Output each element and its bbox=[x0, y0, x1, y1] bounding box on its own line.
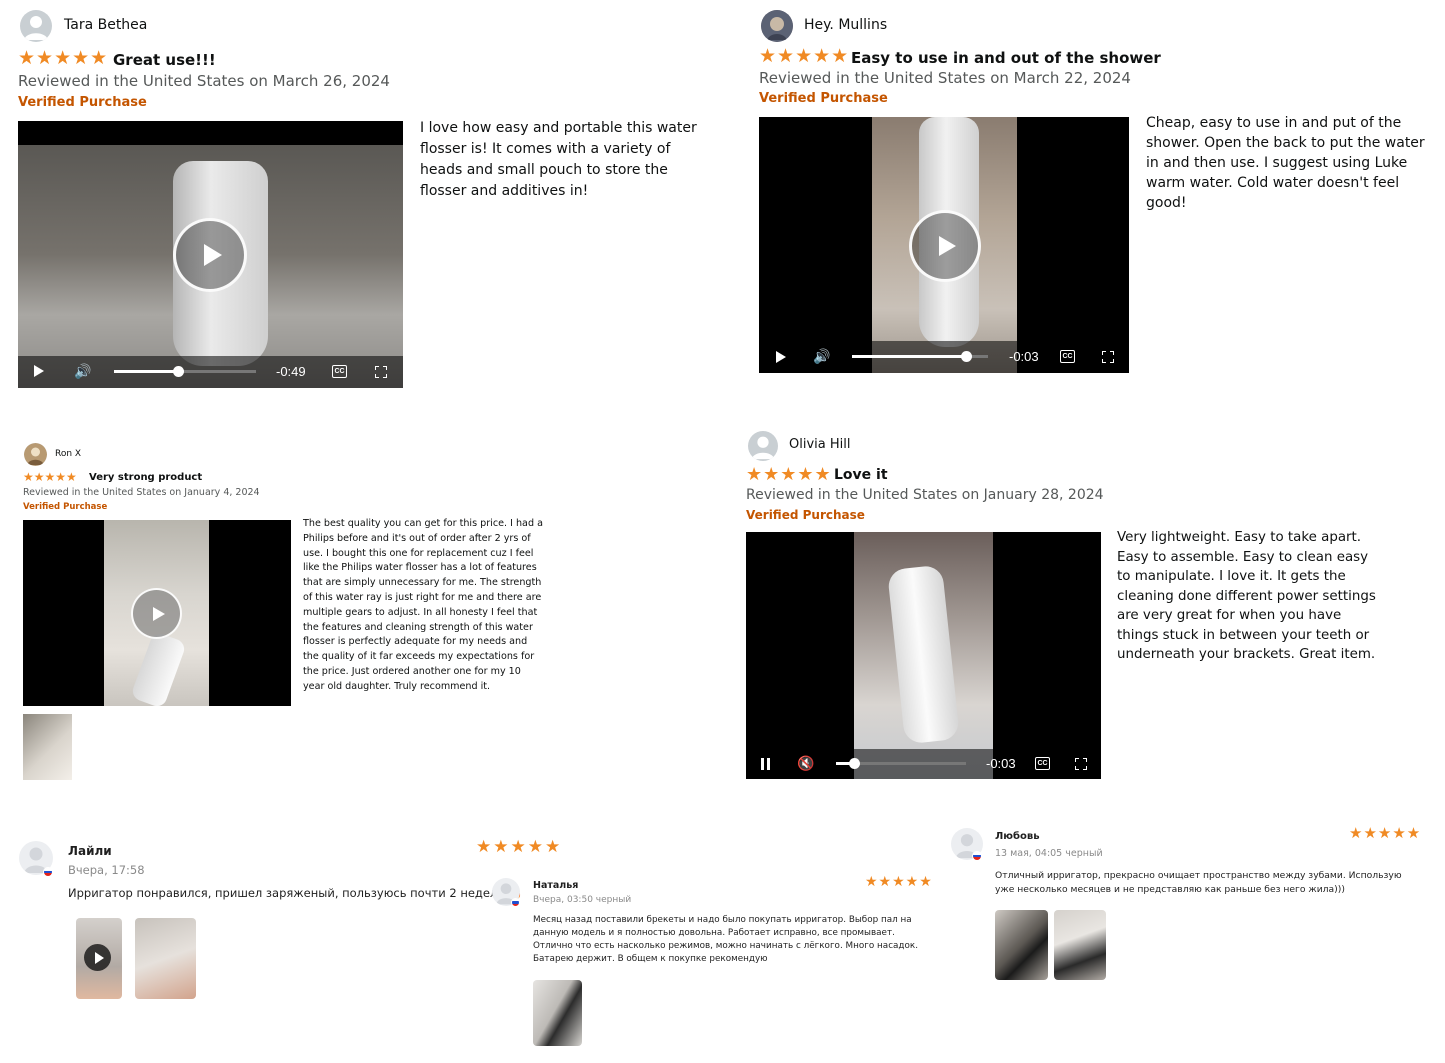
review-title[interactable]: Easy to use in and out of the shower bbox=[851, 49, 1161, 67]
star-rating: ★★★★★ bbox=[18, 47, 109, 69]
review-title[interactable]: Great use!!! bbox=[113, 51, 216, 69]
flag-icon bbox=[43, 867, 53, 877]
star-rating: ★★★★★ bbox=[865, 874, 933, 890]
star-rating: ★★★★★ bbox=[476, 837, 563, 857]
review-date: Reviewed in the United States on March 2… bbox=[759, 69, 1131, 87]
play-icon[interactable] bbox=[173, 218, 247, 292]
review-date: Reviewed in the United States on January… bbox=[746, 487, 1104, 503]
play-icon[interactable] bbox=[909, 210, 981, 282]
cc-icon[interactable]: CC bbox=[332, 365, 347, 378]
video-controls: 🔇 -0:03 CC bbox=[746, 749, 1101, 779]
play-icon[interactable] bbox=[84, 944, 111, 971]
flag-icon bbox=[511, 898, 520, 907]
video-progress[interactable] bbox=[114, 366, 256, 377]
video-progress[interactable] bbox=[836, 758, 966, 769]
review-title[interactable]: Love it bbox=[834, 467, 888, 483]
star-rating: ★★★★★ bbox=[746, 464, 832, 485]
user-avatar-icon bbox=[761, 10, 793, 42]
star-rating: ★★★★★ bbox=[23, 470, 77, 484]
user-avatar-icon bbox=[748, 431, 778, 461]
flag-icon bbox=[972, 851, 982, 861]
review-title[interactable]: Very strong product bbox=[89, 472, 202, 483]
verified-badge: Verified Purchase bbox=[18, 95, 147, 110]
video-controls: 🔊 -0:49 CC bbox=[18, 356, 403, 388]
reviewer-name[interactable]: Tara Bethea bbox=[64, 17, 147, 33]
review-body: Ирригатор понравился, пришел заряженый, … bbox=[68, 886, 523, 900]
review-photo-thumbnail[interactable] bbox=[533, 980, 582, 1046]
volume-icon[interactable]: 🔊 bbox=[813, 348, 830, 365]
review-body: Cheap, easy to use in and put of the sho… bbox=[1146, 115, 1425, 211]
review-date: Вчера, 17:58 bbox=[68, 863, 145, 877]
star-rating: ★★★★★ bbox=[759, 45, 850, 67]
review-photo-thumbnail[interactable] bbox=[995, 910, 1048, 980]
review-body: Месяц назад поставили брекеты и надо был… bbox=[533, 915, 919, 964]
review-date: Вчера, 03:50 черный bbox=[533, 895, 632, 905]
play-icon[interactable] bbox=[776, 351, 786, 363]
review-photo-thumbnail[interactable] bbox=[1054, 910, 1106, 980]
pause-icon[interactable] bbox=[761, 758, 764, 770]
review-video[interactable]: 🔊 -0:03 CC bbox=[759, 117, 1129, 373]
review-date: Reviewed in the United States on March 2… bbox=[18, 72, 390, 90]
review-body: The best quality you can get for this pr… bbox=[303, 518, 543, 692]
cc-icon[interactable]: CC bbox=[1060, 350, 1075, 363]
play-icon[interactable] bbox=[131, 588, 182, 639]
review-video-thumbnail[interactable] bbox=[76, 918, 122, 999]
time-remaining: -0:03 bbox=[1009, 349, 1039, 364]
mute-icon[interactable]: 🔇 bbox=[797, 755, 814, 772]
fullscreen-icon[interactable] bbox=[1074, 757, 1088, 771]
verified-badge: Verified Purchase bbox=[759, 91, 888, 106]
review-video[interactable]: 🔊 -0:49 CC bbox=[18, 121, 403, 388]
fullscreen-icon[interactable] bbox=[1101, 350, 1115, 364]
reviewer-name[interactable]: Ron X bbox=[55, 449, 81, 459]
review-date: Reviewed in the United States on January… bbox=[23, 487, 260, 498]
fullscreen-icon[interactable] bbox=[374, 365, 388, 379]
review-video[interactable] bbox=[23, 520, 291, 706]
reviewer-name[interactable]: Лайли bbox=[68, 844, 112, 858]
reviewer-name[interactable]: Любовь bbox=[995, 831, 1040, 842]
review-body: I love how easy and portable this water … bbox=[420, 120, 697, 199]
volume-icon[interactable]: 🔊 bbox=[74, 363, 91, 380]
cc-icon[interactable]: CC bbox=[1035, 757, 1050, 770]
review-photo-thumbnail[interactable] bbox=[23, 714, 72, 780]
user-avatar-icon bbox=[20, 10, 52, 42]
review-body: Very lightweight. Easy to take apart. Ea… bbox=[1117, 530, 1376, 662]
verified-badge: Verified Purchase bbox=[23, 502, 108, 512]
star-rating: ★★★★★ bbox=[1349, 824, 1422, 842]
time-remaining: -0:49 bbox=[276, 364, 306, 379]
play-icon[interactable] bbox=[34, 365, 44, 377]
review-photo-thumbnail[interactable] bbox=[135, 918, 196, 999]
review-body: Отличный ирригатор, прекрасно очищает пр… bbox=[995, 870, 1402, 895]
reviewer-name[interactable]: Olivia Hill bbox=[789, 437, 850, 452]
video-progress[interactable] bbox=[852, 351, 988, 362]
user-avatar-icon bbox=[24, 443, 47, 466]
review-date: 13 мая, 04:05 черный bbox=[995, 848, 1103, 859]
review-video[interactable]: 🔇 -0:03 CC bbox=[746, 532, 1101, 779]
verified-badge: Verified Purchase bbox=[746, 508, 865, 522]
reviewer-name[interactable]: Hey. Mullins bbox=[804, 17, 887, 33]
video-controls: 🔊 -0:03 CC bbox=[759, 341, 1129, 373]
time-remaining: -0:03 bbox=[986, 756, 1016, 771]
reviewer-name[interactable]: Наталья bbox=[533, 880, 578, 891]
